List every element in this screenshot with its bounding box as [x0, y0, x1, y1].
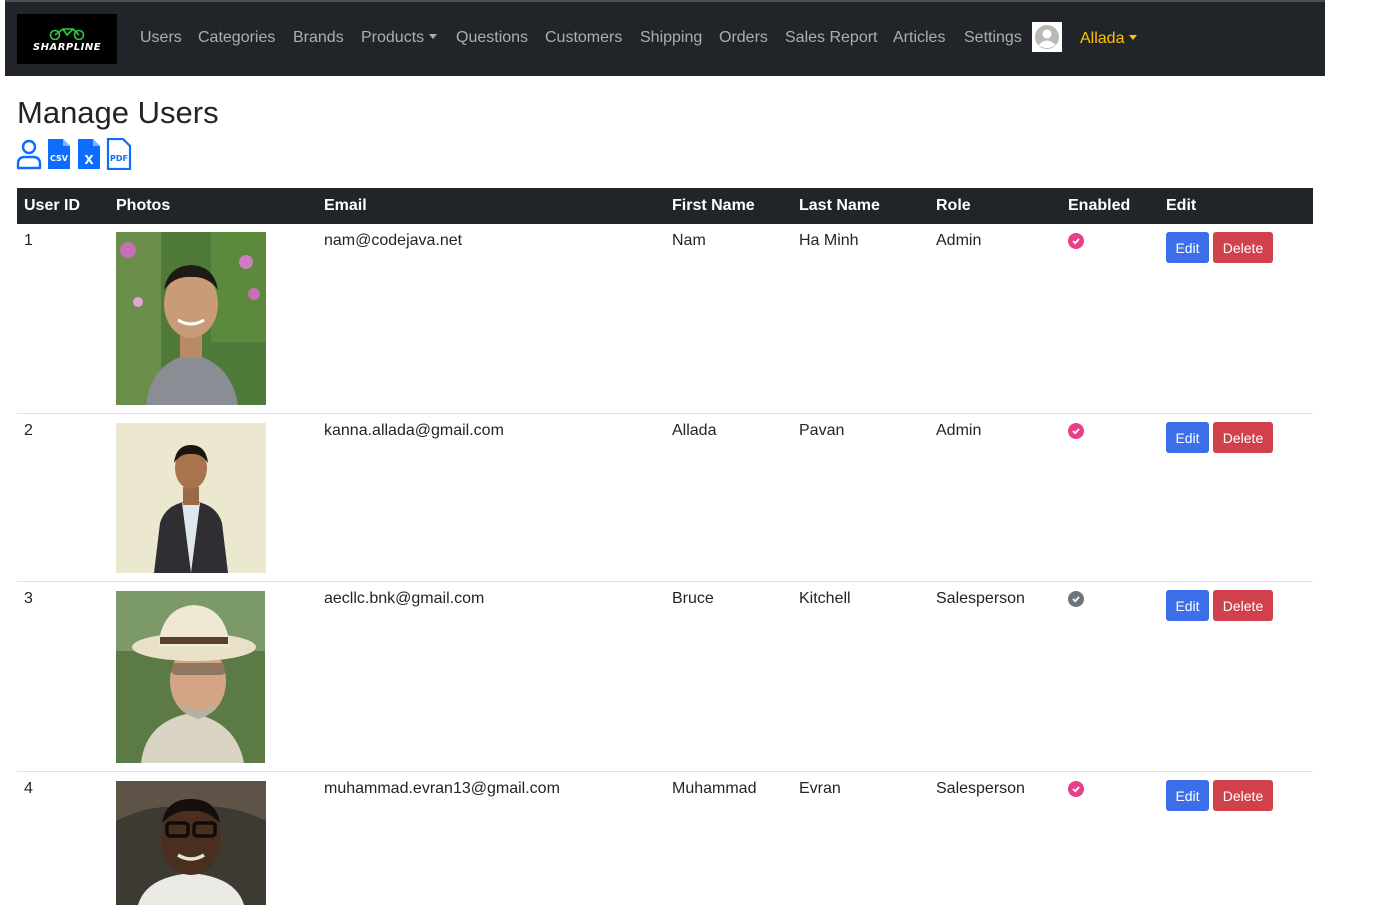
cell-email: kanna.allada@gmail.com — [324, 422, 504, 439]
cell-last-name: Kitchell — [799, 590, 851, 607]
pdf-label: PDF — [110, 154, 128, 163]
disabled-check-icon[interactable] — [1068, 591, 1084, 607]
table-row: 2 kanna.allada@gmail.com Allada Pavan Ad… — [17, 414, 1313, 582]
nav-products-label: Products — [361, 29, 425, 46]
default-avatar-icon — [1035, 25, 1059, 49]
cell-first-name: Muhammad — [672, 780, 757, 797]
cell-email: muhammad.evran13@gmail.com — [324, 780, 560, 797]
user-photo — [116, 591, 265, 763]
cell-user-id: 4 — [24, 780, 33, 797]
cell-role: Salesperson — [936, 590, 1025, 607]
cell-role: Salesperson — [936, 780, 1025, 797]
header-edit: Edit — [1166, 197, 1197, 214]
nav-sales-report[interactable]: Sales Report — [785, 29, 878, 47]
header-enabled[interactable]: Enabled — [1068, 197, 1130, 215]
nav-articles[interactable]: Articles — [893, 29, 945, 47]
cell-first-name: Nam — [672, 232, 706, 249]
nav-customers[interactable]: Customers — [545, 29, 622, 47]
cell-email: nam@codejava.net — [324, 232, 463, 249]
nav-brands[interactable]: Brands — [293, 29, 344, 47]
user-menu-dropdown[interactable]: Allada — [1080, 30, 1138, 48]
cell-last-name: Pavan — [799, 422, 845, 439]
user-photo — [116, 781, 266, 905]
table-row: 4 muhammad.evran13@gmail.com Muhammad Ev… — [17, 772, 1313, 912]
add-user-icon[interactable] — [16, 138, 42, 170]
cell-first-name: Bruce — [672, 590, 714, 607]
user-name: Allada — [1080, 30, 1125, 47]
bicycle-icon — [49, 27, 85, 40]
nav-shipping[interactable]: Shipping — [640, 29, 702, 47]
edit-button[interactable]: Edit — [1166, 422, 1209, 453]
nav-orders[interactable]: Orders — [719, 29, 768, 47]
header-user-id[interactable]: User ID — [24, 197, 80, 215]
brand-logo-text: SHARPLINE — [32, 41, 102, 53]
user-toolbar: CSV X PDF — [16, 138, 132, 170]
header-last-name[interactable]: Last Name — [799, 197, 880, 215]
enabled-check-icon[interactable] — [1068, 423, 1084, 439]
page-title: Manage Users — [17, 95, 219, 130]
cell-role: Admin — [936, 422, 982, 439]
edit-button[interactable]: Edit — [1166, 590, 1209, 621]
user-avatar[interactable] — [1032, 22, 1062, 52]
cell-role: Admin — [936, 232, 982, 249]
cell-user-id: 1 — [24, 232, 33, 249]
header-email[interactable]: Email — [324, 197, 367, 215]
user-photo — [116, 232, 266, 405]
nav-users[interactable]: Users — [140, 29, 182, 47]
excel-export-icon[interactable]: X — [76, 138, 102, 170]
nav-categories[interactable]: Categories — [198, 29, 275, 47]
delete-button[interactable]: Delete — [1213, 780, 1273, 811]
delete-button[interactable]: Delete — [1213, 590, 1273, 621]
nav-products-dropdown[interactable]: Products — [361, 29, 438, 47]
pdf-export-icon[interactable]: PDF — [106, 138, 132, 170]
top-navbar: SHARPLINE Users Categories Brands Produc… — [5, 0, 1325, 76]
table-row: 3 aecllc.bnk@gmail.com Bruce Kitchell Sa… — [17, 582, 1313, 772]
delete-button[interactable]: Delete — [1213, 422, 1273, 453]
excel-label: X — [84, 153, 94, 167]
brand-logo[interactable]: SHARPLINE — [17, 14, 117, 64]
csv-label: CSV — [50, 154, 69, 163]
enabled-check-icon[interactable] — [1068, 781, 1084, 797]
cell-first-name: Allada — [672, 422, 717, 439]
cell-user-id: 2 — [24, 422, 33, 439]
user-photo — [116, 423, 266, 573]
table-row: 1 nam@codejava.net Nam Ha Minh Admin Edi… — [17, 224, 1313, 414]
delete-button[interactable]: Delete — [1213, 232, 1273, 263]
header-first-name[interactable]: First Name — [672, 197, 755, 215]
cell-email: aecllc.bnk@gmail.com — [324, 590, 485, 607]
edit-button[interactable]: Edit — [1166, 232, 1209, 263]
csv-export-icon[interactable]: CSV — [46, 138, 72, 170]
caret-down-icon — [1129, 35, 1138, 40]
edit-button[interactable]: Edit — [1166, 780, 1209, 811]
header-role[interactable]: Role — [936, 197, 971, 215]
cell-last-name: Evran — [799, 780, 841, 797]
enabled-check-icon[interactable] — [1068, 233, 1084, 249]
table-header: User ID Photos Email First Name Last Nam… — [17, 188, 1313, 224]
header-photos: Photos — [116, 197, 171, 214]
nav-questions[interactable]: Questions — [456, 29, 528, 47]
cell-user-id: 3 — [24, 590, 33, 607]
caret-down-icon — [429, 34, 438, 39]
users-table: User ID Photos Email First Name Last Nam… — [17, 188, 1313, 912]
cell-last-name: Ha Minh — [799, 232, 859, 249]
nav-settings[interactable]: Settings — [964, 29, 1022, 47]
